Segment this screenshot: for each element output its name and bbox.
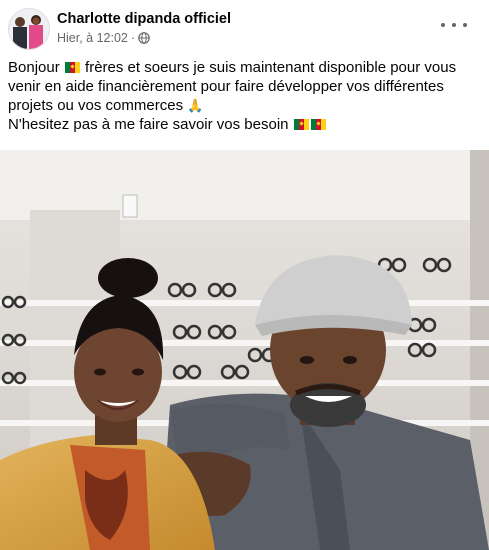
- post-text: Bonjour frères et soeurs je suis mainten…: [8, 58, 473, 134]
- meta-separator: ·: [130, 31, 136, 45]
- post-photo[interactable]: [0, 150, 489, 550]
- more-options-icon[interactable]: [441, 18, 467, 32]
- post-text-paragraph-1: Bonjour frères et soeurs je suis mainten…: [8, 58, 473, 115]
- post-text-paragraph-2: N'hesitez pas à me faire savoir vos beso…: [8, 115, 473, 134]
- post-meta: Hier, à 12:02 ·: [57, 31, 150, 47]
- post-text-closing: N'hesitez pas à me faire savoir vos beso…: [8, 116, 293, 133]
- author-avatar[interactable]: [8, 8, 50, 50]
- author-name[interactable]: Charlotte dipanda officiel: [57, 11, 231, 27]
- cameroon-flag-icon: [64, 62, 80, 73]
- pray-icon: 🙏: [187, 98, 204, 113]
- cameroon-flag-icon: [310, 119, 326, 130]
- globe-icon[interactable]: [138, 32, 150, 47]
- post-text-greeting: Bonjour: [8, 59, 64, 76]
- cameroon-flag-icon: [293, 119, 309, 130]
- facebook-post: Charlotte dipanda officiel Hier, à 12:02…: [0, 0, 489, 550]
- post-timestamp[interactable]: Hier, à 12:02: [57, 31, 128, 45]
- post-header: Charlotte dipanda officiel Hier, à 12:02…: [8, 8, 481, 52]
